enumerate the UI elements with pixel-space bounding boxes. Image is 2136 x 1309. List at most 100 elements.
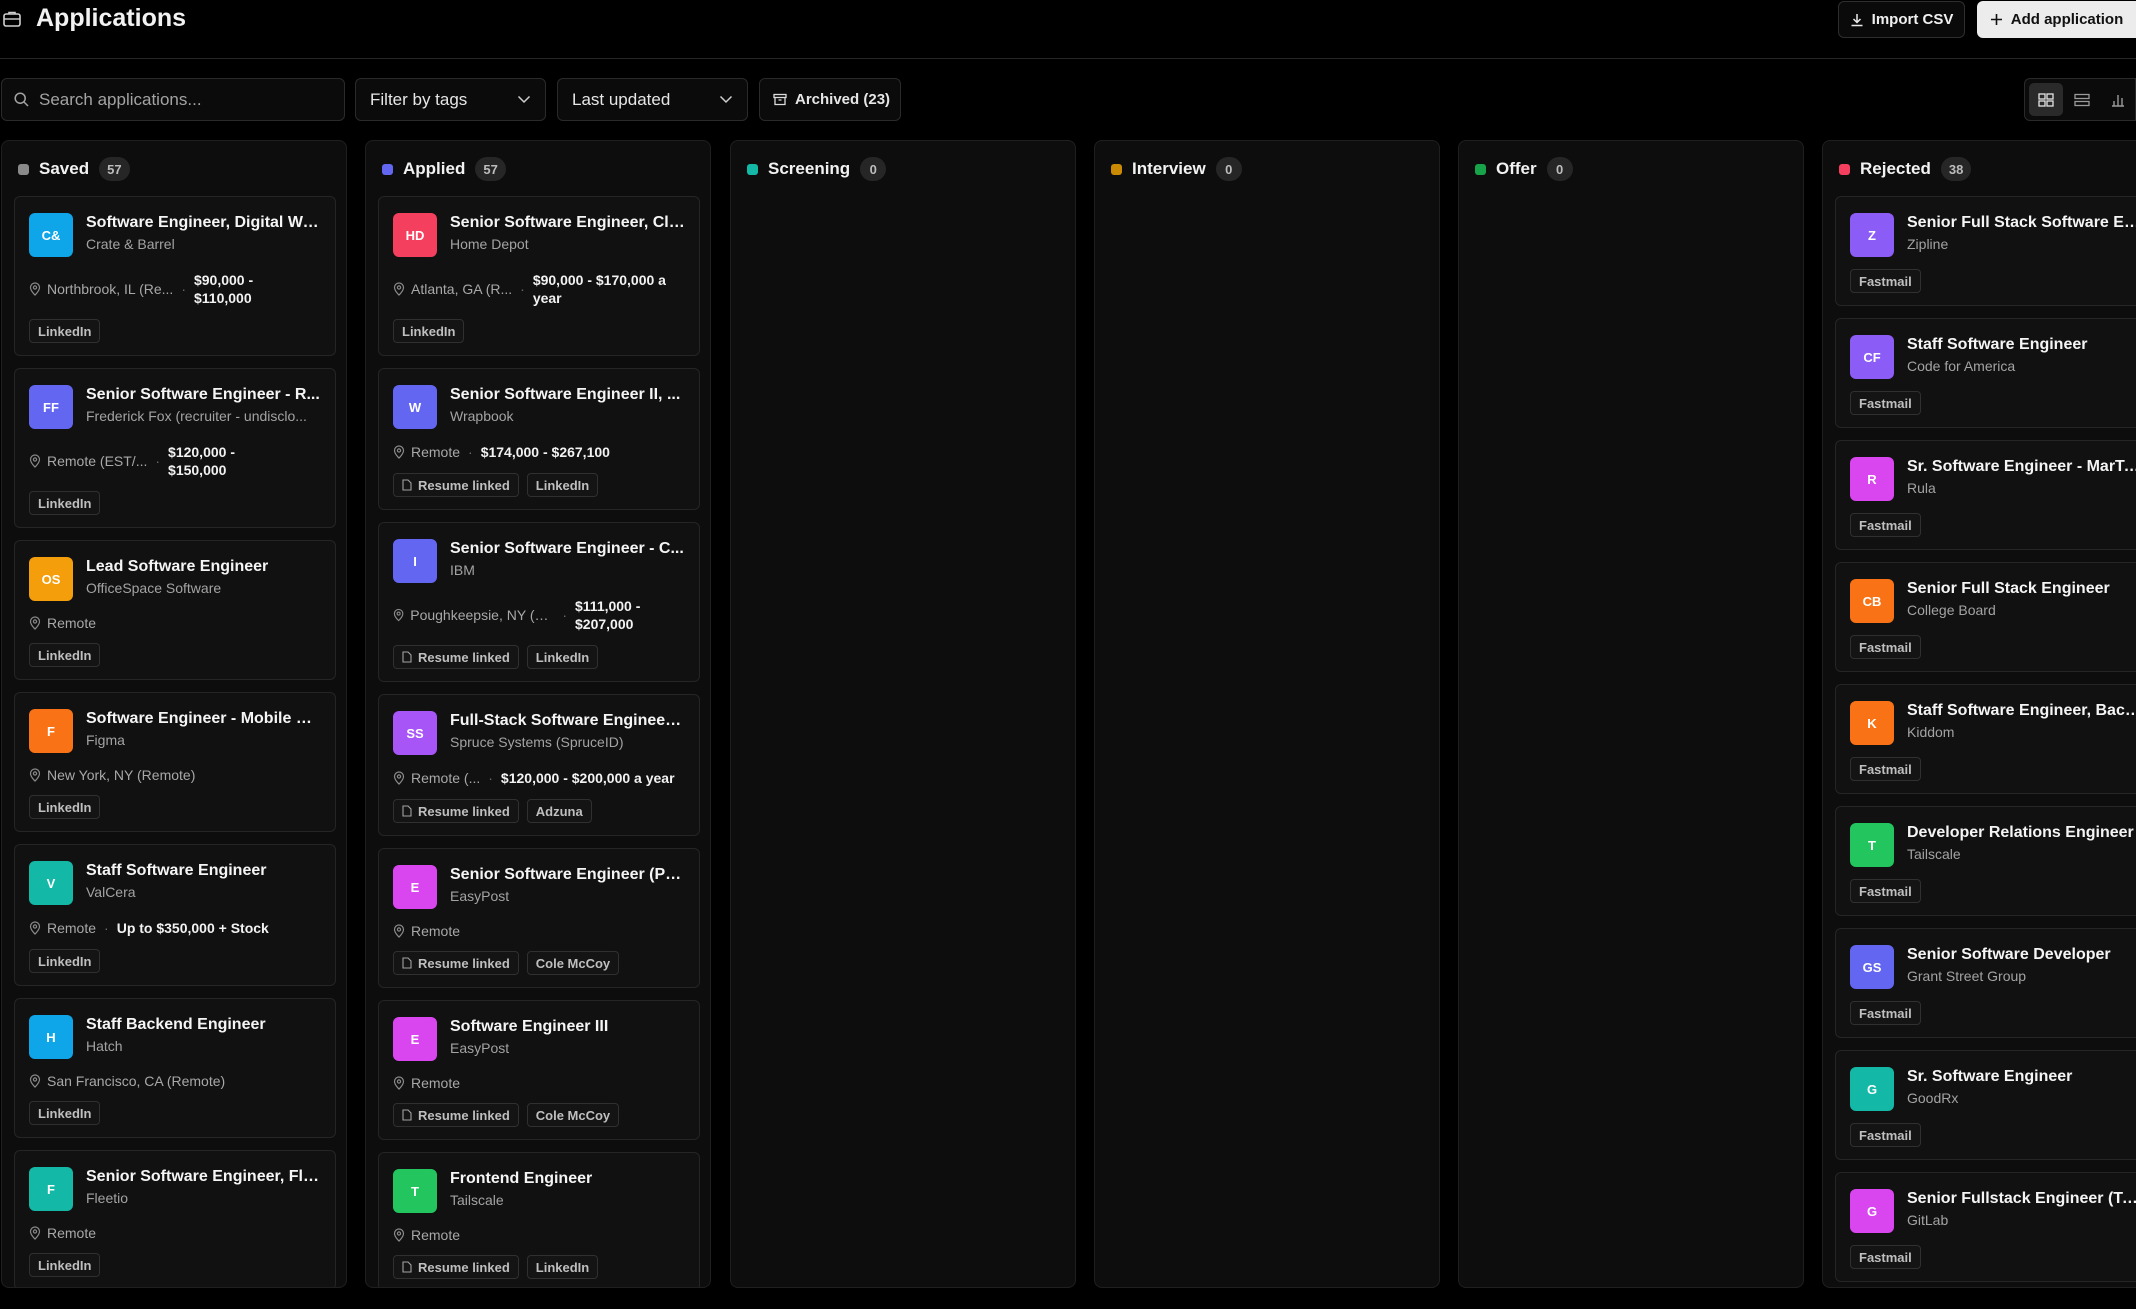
source-tag: Fastmail: [1850, 757, 1921, 781]
column-offer: Offer 0: [1458, 140, 1804, 1288]
status-dot: [1475, 163, 1486, 175]
kanban-board: Saved 57 C& Software Engineer, Digital W…: [0, 140, 2136, 1290]
application-card[interactable]: G Senior Fullstack Engineer (Ty... GitLa…: [1835, 1172, 2136, 1282]
application-card[interactable]: F Software Engineer - Mobile W... Figma …: [14, 692, 336, 832]
separator-dot: ·: [562, 607, 567, 623]
job-title: Software Engineer - Mobile W...: [86, 710, 321, 727]
application-card[interactable]: HD Senior Software Engineer, Clo... Home…: [378, 196, 700, 356]
document-icon: [402, 805, 412, 817]
map-pin-icon: [393, 771, 405, 785]
application-card[interactable]: T Frontend Engineer Tailscale Remote Res…: [378, 1152, 700, 1287]
source-tag: LinkedIn: [29, 1101, 101, 1125]
application-card[interactable]: T Developer Relations Engineer Tailscale…: [1835, 806, 2136, 916]
column-count: 57: [475, 157, 506, 181]
sort-dropdown[interactable]: Last updated: [557, 78, 748, 121]
source-tag: LinkedIn: [526, 1255, 599, 1279]
archived-button[interactable]: Archived (23): [759, 78, 901, 121]
application-card[interactable]: G Sr. Software Engineer GoodRx Fastmail: [1835, 1050, 2136, 1160]
archive-icon: [773, 93, 787, 106]
company-logo: HD: [393, 213, 437, 257]
salary: $174,000 - $267,100: [480, 444, 610, 460]
application-card[interactable]: I Senior Software Engineer - C... IBM Po…: [378, 522, 700, 682]
status-dot: [1111, 163, 1122, 175]
view-switcher: [2024, 78, 2136, 121]
tag-label: Resume linked: [418, 477, 510, 493]
application-card[interactable]: GS Senior Software Developer Grant Stree…: [1835, 928, 2136, 1038]
application-card[interactable]: R Sr. Software Engineer - MarTe... Rula …: [1835, 440, 2136, 550]
job-title: Lead Software Engineer: [86, 558, 269, 575]
company-name: College Board: [1907, 602, 1996, 618]
import-csv-button[interactable]: Import CSV: [1838, 1, 1965, 38]
job-title: Senior Software Engineer, Clo...: [450, 214, 685, 231]
application-card[interactable]: SS Full-Stack Software Engineer ... Spru…: [378, 694, 700, 836]
job-title: Software Engineer III: [450, 1018, 609, 1035]
location-text: Atlanta, GA (R...: [411, 281, 513, 297]
briefcase-icon: [3, 11, 21, 27]
stats-view-button[interactable]: [2101, 83, 2135, 116]
application-card[interactable]: H Staff Backend Engineer Hatch San Franc…: [14, 998, 336, 1138]
add-application-label: Add application: [2010, 11, 2124, 28]
location: Poughkeepsie, NY (Re...: [393, 607, 554, 623]
tag-label: Resume linked: [418, 649, 510, 665]
application-card[interactable]: W Senior Software Engineer II, ... Wrapb…: [378, 368, 700, 510]
add-application-button[interactable]: Add application: [1977, 1, 2136, 38]
location: Remote (...: [393, 770, 480, 786]
salary: $120,000 - $200,000 a year: [500, 770, 675, 786]
source-tag: LinkedIn: [29, 643, 101, 667]
card-list: Z Senior Full Stack Software En... Zipli…: [1835, 196, 2136, 1287]
application-card[interactable]: F Senior Software Engineer, Fle... Fleet…: [14, 1150, 336, 1287]
application-card[interactable]: C& Software Engineer, Digital Wo... Crat…: [14, 196, 336, 356]
application-card[interactable]: CB Senior Full Stack Engineer College Bo…: [1835, 562, 2136, 672]
resume-linked-tag: Resume linked: [393, 1103, 519, 1127]
location-text: Remote (...: [411, 770, 481, 786]
company-name: Home Depot: [450, 236, 529, 252]
company-name: GitLab: [1907, 1212, 1949, 1228]
company-name: GoodRx: [1907, 1090, 1959, 1106]
job-title: Senior Fullstack Engineer (Ty...: [1907, 1190, 2136, 1207]
company-logo: GS: [1850, 945, 1894, 989]
company-logo: H: [29, 1015, 73, 1059]
map-pin-icon: [29, 282, 41, 296]
application-card[interactable]: E Software Engineer III EasyPost Remote: [378, 1000, 700, 1140]
location-text: Remote: [411, 923, 461, 939]
search-box[interactable]: [1, 78, 345, 121]
location-text: San Francisco, CA (Remote): [47, 1073, 226, 1089]
list-view-button[interactable]: [2065, 83, 2099, 116]
company-name: Code for America: [1907, 358, 2016, 374]
application-card[interactable]: E Senior Software Engineer (Py... EasyPo…: [378, 848, 700, 988]
job-title: Senior Software Engineer - C...: [450, 540, 684, 557]
application-card[interactable]: V Staff Software Engineer ValCera Remote…: [14, 844, 336, 986]
job-title: Frontend Engineer: [450, 1170, 593, 1187]
application-card[interactable]: CF Staff Software Engineer Code for Amer…: [1835, 318, 2136, 428]
column-header: Applied 57: [382, 156, 506, 182]
source-tag: LinkedIn: [29, 1253, 101, 1277]
filter-tags-dropdown[interactable]: Filter by tags: [355, 78, 546, 121]
company-name: Tailscale: [450, 1192, 504, 1208]
map-pin-icon: [393, 924, 405, 938]
search-input[interactable]: [39, 89, 329, 110]
source-tag: LinkedIn: [29, 319, 101, 343]
job-title: Senior Full Stack Software En...: [1907, 214, 2136, 231]
application-card[interactable]: Z Senior Full Stack Software En... Zipli…: [1835, 196, 2136, 306]
job-title: Senior Software Engineer, Fle...: [86, 1168, 321, 1185]
application-card[interactable]: K Staff Software Engineer, Back... Kiddo…: [1835, 684, 2136, 794]
column-header: Offer 0: [1475, 156, 1573, 182]
location-text: Remote (EST/...: [47, 453, 148, 469]
application-card[interactable]: OS Lead Software Engineer OfficeSpace So…: [14, 540, 336, 680]
list-view-icon: [2074, 93, 2090, 106]
column-header: Interview 0: [1111, 156, 1242, 182]
search-icon: [14, 92, 29, 107]
location: San Francisco, CA (Remote): [29, 1073, 225, 1089]
column-header: Screening 0: [747, 156, 887, 182]
application-card[interactable]: FF Senior Software Engineer - R... Frede…: [14, 368, 336, 528]
column-screening: Screening 0: [730, 140, 1076, 1288]
company-logo: G: [1850, 1189, 1894, 1233]
company-name: IBM: [450, 562, 475, 578]
company-name: Rula: [1907, 480, 1936, 496]
map-pin-icon: [393, 282, 405, 296]
column-rejected: Rejected 38 Z Senior Full Stack Software…: [1822, 140, 2136, 1288]
company-logo: SS: [393, 711, 437, 755]
board-view-button[interactable]: [2029, 83, 2063, 116]
filter-tags-label: Filter by tags: [370, 89, 468, 109]
company-logo: E: [393, 1017, 437, 1061]
